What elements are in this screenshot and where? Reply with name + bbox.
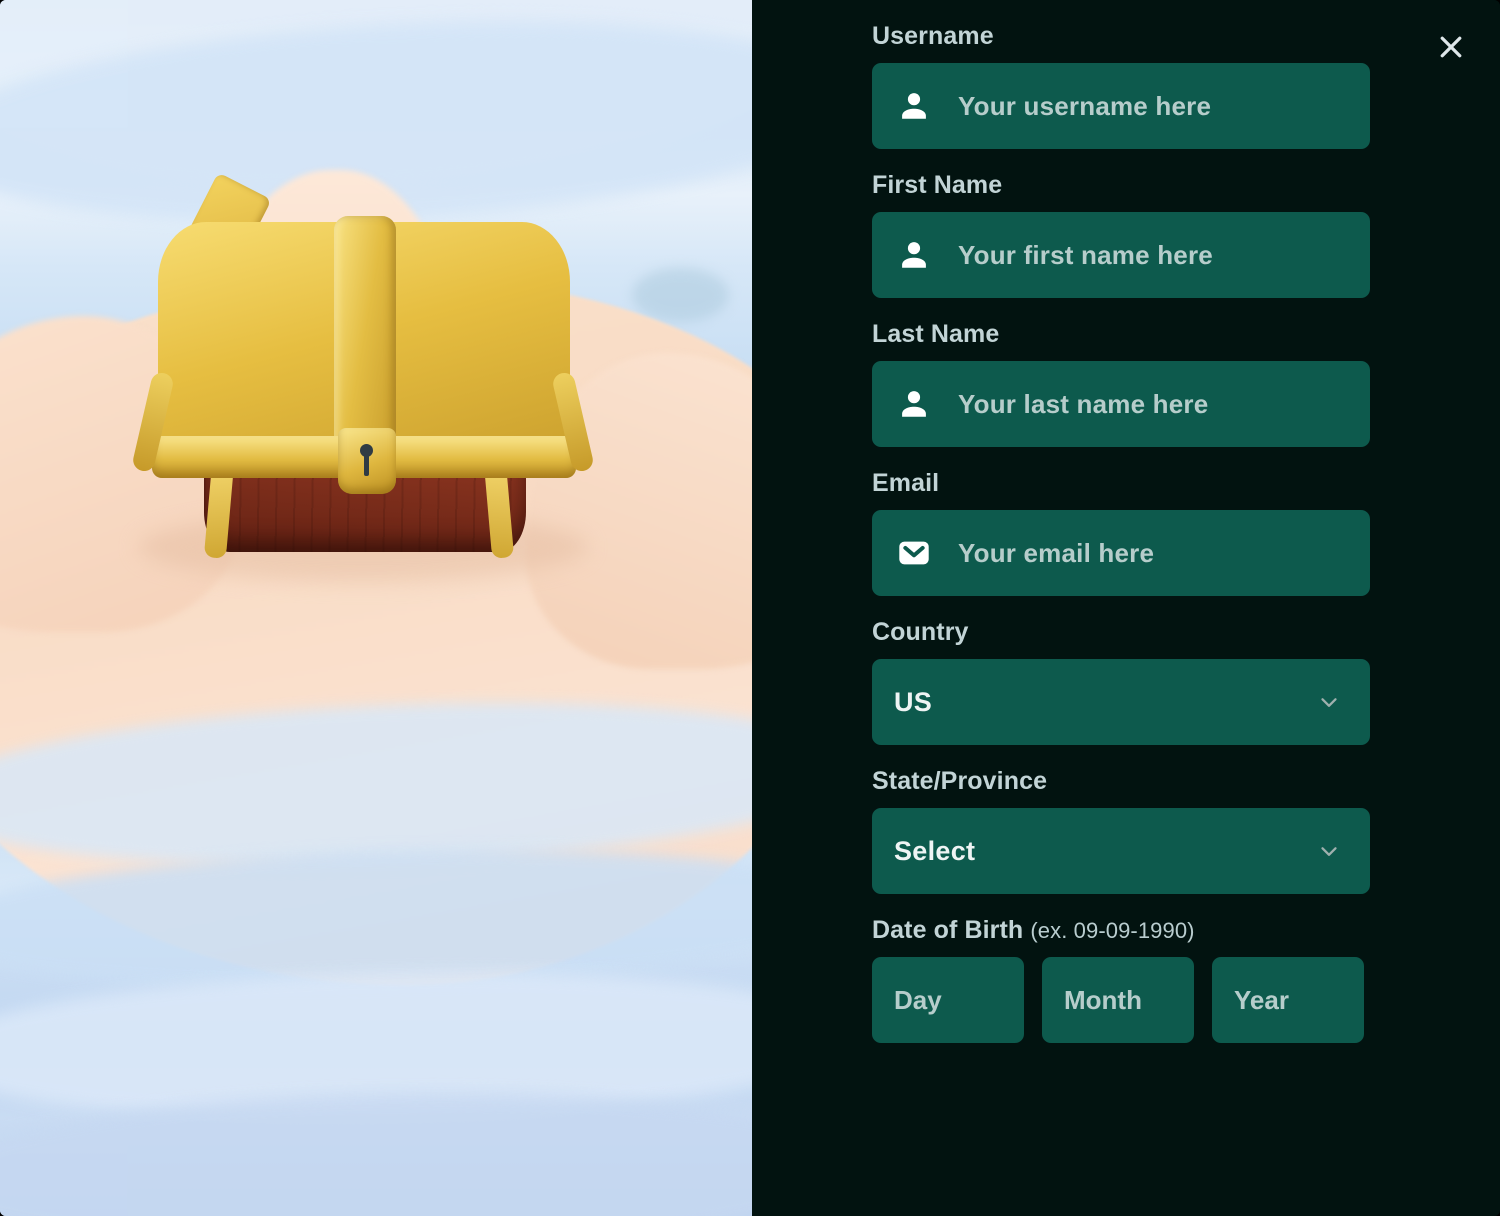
chevron-down-icon	[1316, 689, 1342, 715]
email-input[interactable]: Your email here	[872, 510, 1370, 596]
registration-form-panel: Username Your username here First Name Y…	[752, 0, 1500, 1216]
state-province-selected-value: Select	[894, 835, 976, 866]
label-first-name: First Name	[872, 171, 1003, 199]
person-icon	[894, 384, 934, 424]
label-state-province: State/Province	[872, 767, 1048, 795]
envelope-icon	[894, 533, 934, 573]
field-email: Email Your email here	[872, 469, 1370, 596]
first-name-placeholder: Your first name here	[958, 239, 1213, 270]
keyhole-icon	[360, 444, 373, 476]
username-input[interactable]: Your username here	[872, 63, 1370, 149]
field-last-name: Last Name Your last name here	[872, 320, 1370, 447]
water-shadow	[631, 267, 730, 323]
chevron-down-icon	[1316, 838, 1342, 864]
state-province-select[interactable]: Select	[872, 808, 1370, 894]
dob-year-label: Year	[1234, 984, 1289, 1015]
label-last-name: Last Name	[872, 320, 1000, 348]
date-of-birth-hint: (ex. 09-09-1990)	[1030, 918, 1195, 943]
label-email: Email	[872, 469, 940, 497]
last-name-placeholder: Your last name here	[958, 388, 1209, 419]
field-country: Country US	[872, 618, 1370, 745]
close-button[interactable]	[1430, 26, 1472, 68]
person-icon	[894, 86, 934, 126]
country-select[interactable]: US	[872, 659, 1370, 745]
dob-day-label: Day	[894, 984, 942, 1015]
signup-modal: Username Your username here First Name Y…	[0, 0, 1500, 1216]
dob-year-select[interactable]: Year	[1212, 957, 1364, 1043]
date-of-birth-label-text: Date of Birth	[872, 916, 1024, 944]
email-placeholder: Your email here	[958, 537, 1155, 568]
dob-month-label: Month	[1064, 984, 1142, 1015]
promo-illustration-panel	[0, 0, 752, 1216]
label-username: Username	[872, 22, 994, 50]
chest-lock	[338, 428, 396, 494]
field-first-name: First Name Your first name here	[872, 171, 1370, 298]
username-placeholder: Your username here	[958, 90, 1212, 121]
first-name-input[interactable]: Your first name here	[872, 212, 1370, 298]
close-icon	[1440, 36, 1462, 58]
label-country: Country	[872, 618, 969, 646]
chest-body	[131, 216, 595, 559]
label-date-of-birth: Date of Birth (ex. 09-09-1990)	[872, 916, 1370, 945]
person-icon	[894, 235, 934, 275]
dob-day-select[interactable]: Day	[872, 957, 1024, 1043]
field-date-of-birth: Date of Birth (ex. 09-09-1990) Day Month…	[872, 916, 1370, 1043]
treasure-chest-illustration	[120, 172, 610, 582]
last-name-input[interactable]: Your last name here	[872, 361, 1370, 447]
country-selected-value: US	[894, 686, 933, 717]
date-of-birth-row: Day Month Year	[872, 957, 1370, 1043]
field-username: Username Your username here	[872, 22, 1370, 149]
field-state-province: State/Province Select	[872, 767, 1370, 894]
dob-month-select[interactable]: Month	[1042, 957, 1194, 1043]
